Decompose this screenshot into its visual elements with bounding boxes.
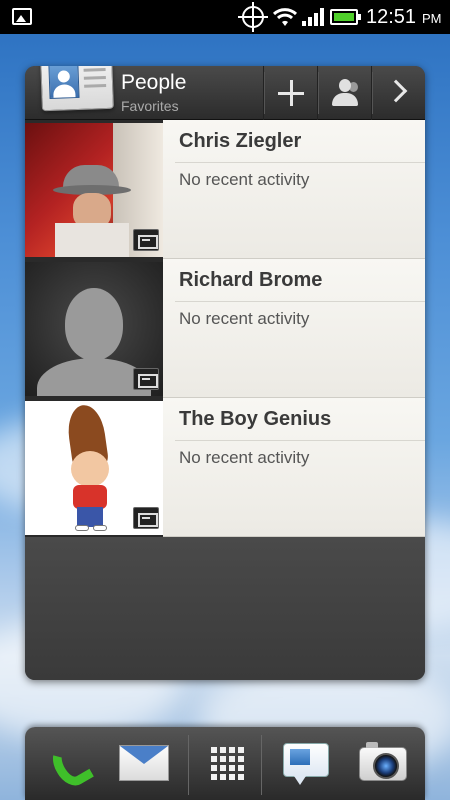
favorites-list: Chris Ziegler No recent activity Richard… (25, 120, 425, 537)
widget-subtitle[interactable]: Favorites (121, 98, 179, 114)
widget-header: People Favorites (25, 66, 425, 120)
messages-icon (283, 743, 329, 785)
contact-card-icon[interactable] (133, 507, 159, 529)
next-button[interactable] (371, 66, 425, 120)
contact-status: No recent activity (179, 170, 310, 189)
divider (175, 440, 425, 441)
clock-ampm: PM (422, 11, 442, 26)
contacts-button[interactable] (317, 66, 371, 120)
dock-divider (261, 735, 262, 795)
contact-info[interactable]: Chris Ziegler No recent activity (163, 120, 425, 259)
widget-empty-area (25, 537, 425, 680)
contact-card-icon[interactable] (133, 368, 159, 390)
all-apps-button[interactable] (189, 727, 261, 800)
gallery-icon (12, 8, 32, 25)
phone-button[interactable] (33, 727, 105, 800)
contact-name: The Boy Genius (179, 408, 332, 430)
contact-name: Richard Brome (179, 269, 323, 291)
mail-icon (119, 745, 169, 781)
divider (175, 301, 425, 302)
gps-icon (238, 2, 268, 32)
launcher-dock (25, 727, 425, 800)
mail-button[interactable] (107, 727, 179, 800)
contact-photo[interactable] (25, 123, 163, 257)
add-contact-button[interactable] (263, 66, 317, 120)
contact-row[interactable]: The Boy Genius No recent activity (25, 398, 425, 537)
camera-icon (359, 742, 407, 781)
wifi-icon (272, 8, 298, 26)
signal-icon (302, 8, 326, 26)
contact-info[interactable]: Richard Brome No recent activity (163, 259, 425, 398)
messages-button[interactable] (269, 727, 341, 800)
chevron-right-icon (384, 79, 408, 103)
contact-row[interactable]: Chris Ziegler No recent activity (25, 120, 425, 259)
camera-button[interactable] (345, 727, 417, 800)
all-apps-icon (211, 747, 244, 780)
contact-status: No recent activity (179, 309, 310, 328)
contact-photo[interactable] (25, 401, 163, 535)
contact-status: No recent activity (179, 448, 310, 467)
status-bar: 12:51 PM (0, 0, 450, 34)
contact-card-icon[interactable] (40, 66, 114, 112)
battery-icon (330, 9, 361, 25)
divider (175, 162, 425, 163)
phone-icon (46, 738, 94, 792)
person-icon (339, 79, 351, 92)
contact-row[interactable]: Richard Brome No recent activity (25, 259, 425, 398)
clock-time: 12:51 (366, 6, 417, 28)
people-widget: People Favorites Chris Ziegler No recent… (25, 66, 425, 680)
contact-name: Chris Ziegler (179, 130, 302, 152)
widget-title[interactable]: People (121, 71, 186, 95)
contact-card-icon[interactable] (133, 229, 159, 251)
contact-info[interactable]: The Boy Genius No recent activity (163, 398, 425, 537)
contact-photo[interactable] (25, 262, 163, 396)
